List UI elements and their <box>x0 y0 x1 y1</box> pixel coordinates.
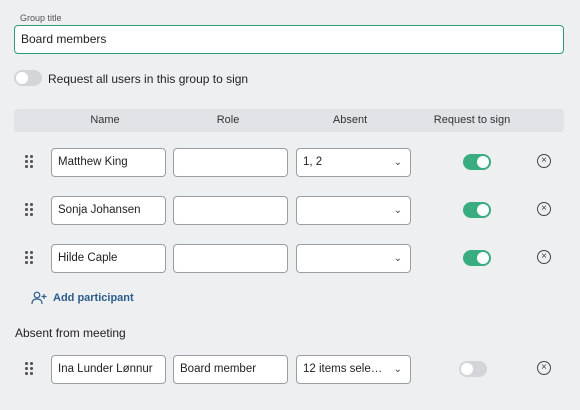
request-to-sign-toggle[interactable] <box>459 361 487 377</box>
absent-select[interactable]: ⌄ <box>296 196 411 225</box>
participant-role-input[interactable] <box>173 244 288 273</box>
add-participant-button[interactable]: Add participant <box>31 290 134 306</box>
request-to-sign-toggle[interactable] <box>463 250 491 266</box>
request-to-sign-toggle[interactable] <box>463 154 491 170</box>
chevron-down-icon: ⌄ <box>393 205 402 216</box>
drag-handle-icon[interactable] <box>25 362 35 376</box>
add-participant-label: Add participant <box>53 292 134 304</box>
absent-section-heading: Absent from meeting <box>15 326 126 340</box>
participant-name-input[interactable]: Hilde Caple <box>51 244 166 273</box>
participant-name-input[interactable]: Ina Lunder Lønnur <box>51 355 166 384</box>
absent-select[interactable]: ⌄ <box>296 244 411 273</box>
absent-select-value: 12 items selected <box>303 363 383 375</box>
absent-select[interactable]: 12 items selected ⌄ <box>296 355 411 384</box>
participants-table-header: Name Role Absent Request to sign <box>14 109 564 132</box>
chevron-down-icon: ⌄ <box>393 364 402 375</box>
chevron-down-icon: ⌄ <box>393 253 402 264</box>
participant-role-input[interactable] <box>173 196 288 225</box>
chevron-down-icon: ⌄ <box>393 157 402 168</box>
column-header-role: Role <box>216 114 240 126</box>
group-title-input[interactable]: Board members <box>14 25 564 54</box>
add-person-icon <box>31 291 47 305</box>
column-header-name: Name <box>90 114 120 126</box>
drag-handle-icon[interactable] <box>25 203 35 217</box>
participant-name-input[interactable]: Matthew King <box>51 148 166 177</box>
group-title-label: Group title <box>20 13 62 23</box>
absent-select[interactable]: 1, 2 ⌄ <box>296 148 411 177</box>
request-all-label: Request all users in this group to sign <box>48 72 249 86</box>
absent-select-value: 1, 2 <box>303 156 323 168</box>
remove-icon[interactable]: × <box>537 250 551 264</box>
drag-handle-icon[interactable] <box>25 251 35 265</box>
remove-icon[interactable]: × <box>537 361 551 375</box>
request-all-toggle[interactable] <box>14 70 42 86</box>
participant-name-input[interactable]: Sonja Johansen <box>51 196 166 225</box>
participant-role-input[interactable] <box>173 148 288 177</box>
request-to-sign-toggle[interactable] <box>463 202 491 218</box>
column-header-request-to-sign: Request to sign <box>433 114 511 126</box>
remove-icon[interactable]: × <box>537 154 551 168</box>
participant-role-input[interactable]: Board member <box>173 355 288 384</box>
column-header-absent: Absent <box>332 114 368 126</box>
remove-icon[interactable]: × <box>537 202 551 216</box>
drag-handle-icon[interactable] <box>25 155 35 169</box>
